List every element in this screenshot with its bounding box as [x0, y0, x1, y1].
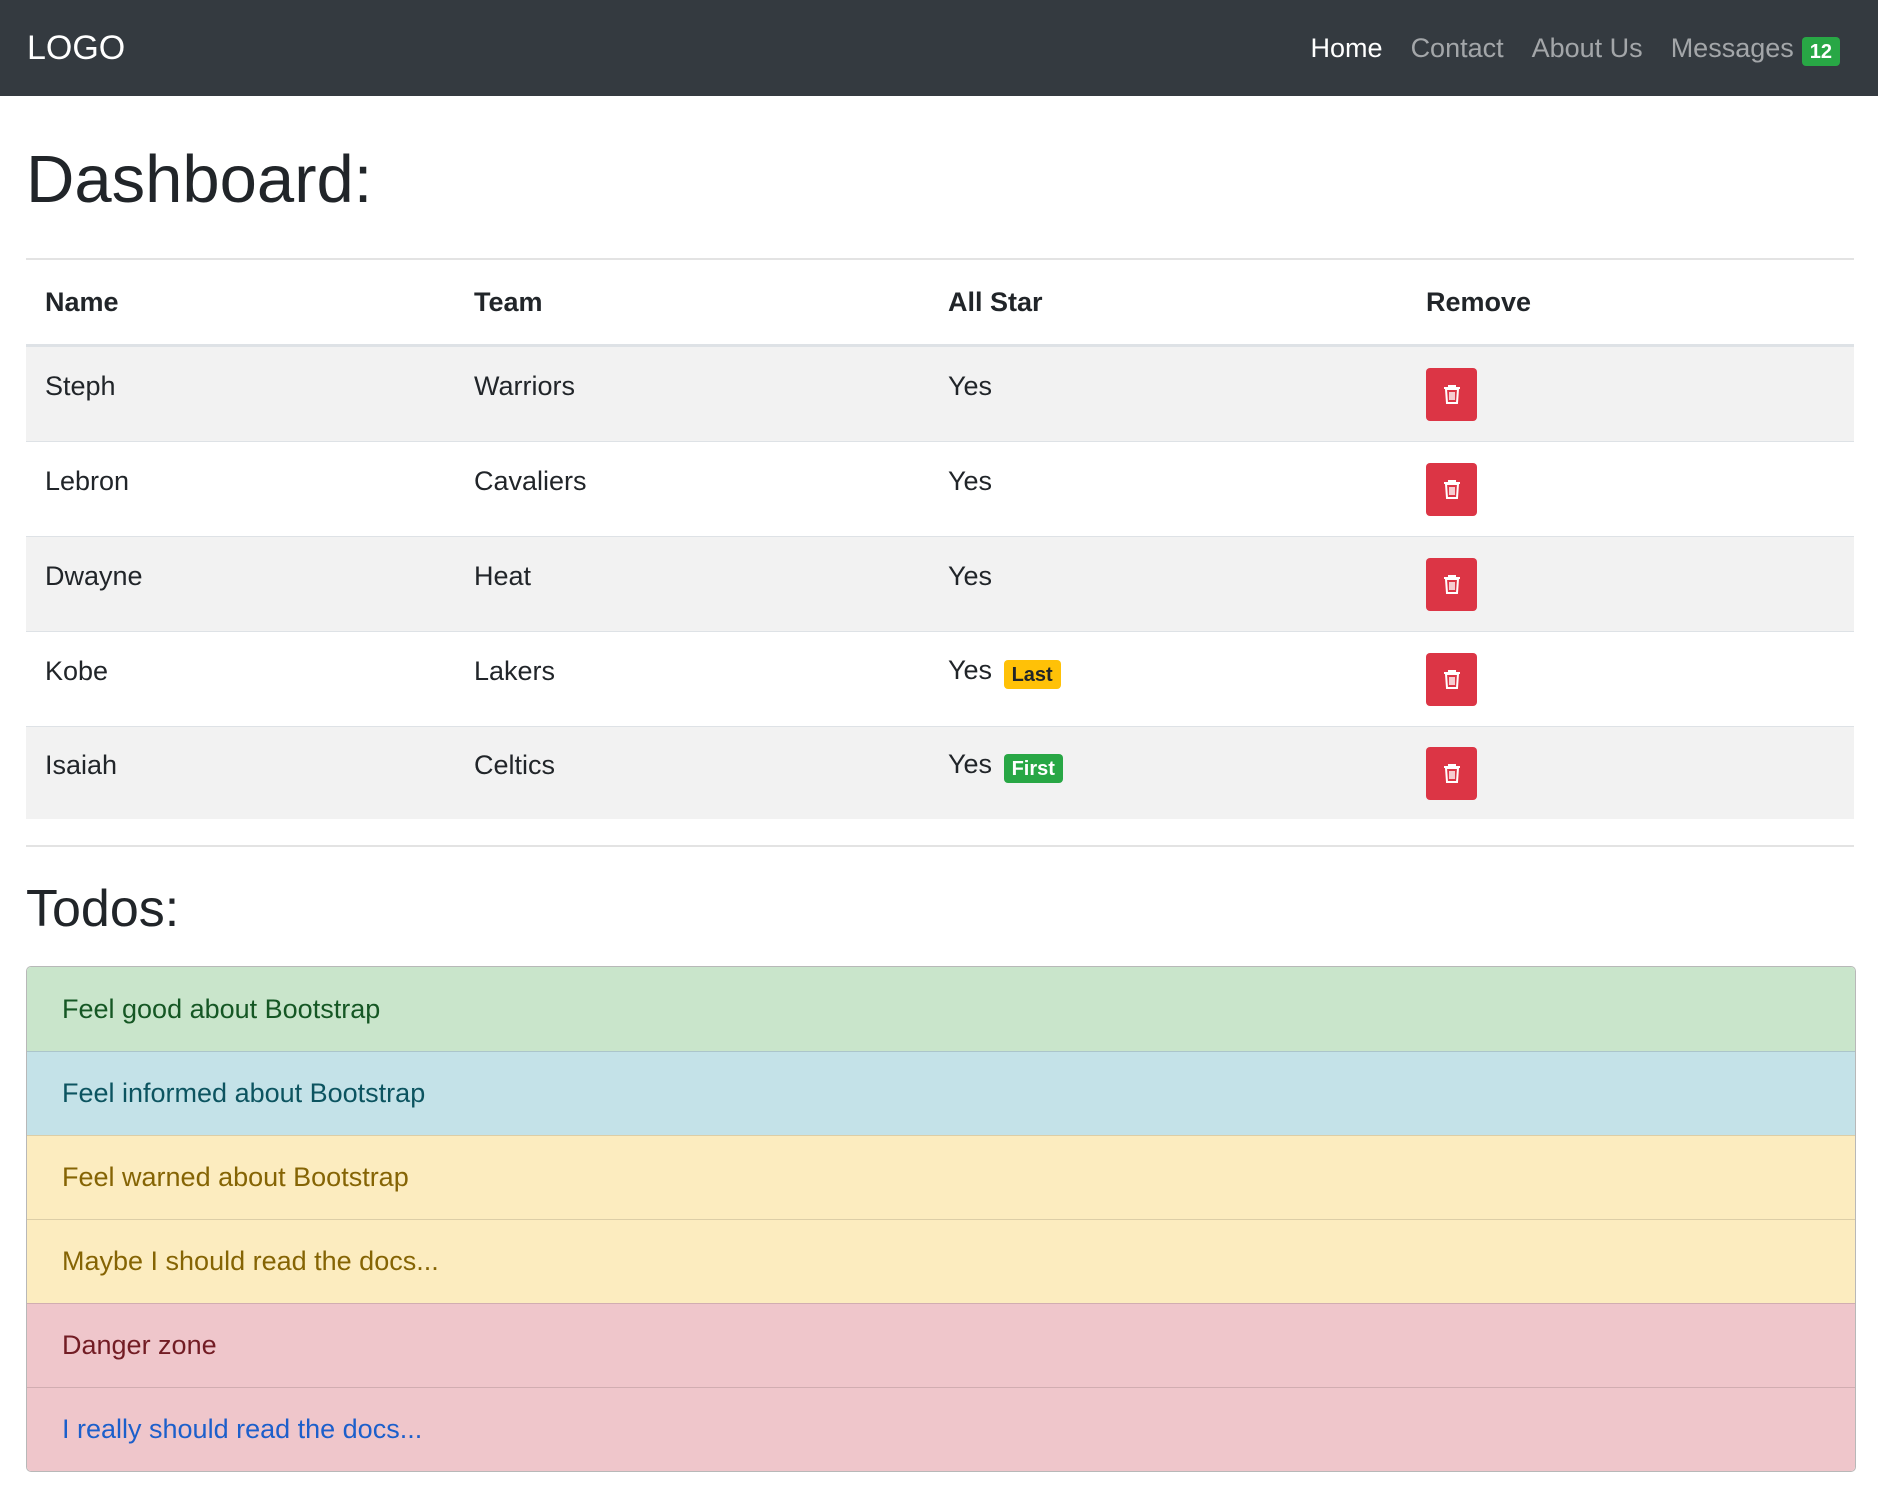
- player-name: Kobe: [45, 655, 109, 686]
- todos-title: Todos:: [26, 880, 180, 938]
- trash-icon: [1443, 764, 1460, 783]
- team-cell: Celtics: [455, 726, 929, 819]
- all-star-cell: Yes: [929, 345, 1407, 442]
- all-star-value: Yes: [948, 655, 993, 685]
- nav-link-home[interactable]: Home: [1311, 33, 1383, 64]
- remove-button[interactable]: [1426, 557, 1477, 611]
- table-row: Lebron Cavaliers Yes: [26, 441, 1854, 537]
- remove-cell: [1407, 536, 1854, 632]
- player-name: Dwayne: [45, 560, 143, 591]
- column-header-all-star: All Star: [929, 260, 1407, 347]
- all-star-cell: Yes: [929, 536, 1407, 632]
- trash-icon: [1443, 575, 1460, 594]
- player-name-cell: Dwayne: [26, 536, 455, 632]
- todo-item-link[interactable]: I really should read the docs...: [27, 1387, 1855, 1471]
- player-name-cell: Lebron: [26, 441, 455, 537]
- remove-cell: [1407, 631, 1854, 727]
- first-badge: First: [1003, 754, 1063, 783]
- nav-link-label: Messages: [1670, 32, 1794, 63]
- messages-count-badge: 12: [1801, 36, 1840, 66]
- all-star-value: Yes: [948, 749, 993, 779]
- brand-logo[interactable]: LOGO: [27, 0, 125, 96]
- column-header-team: Team: [455, 260, 929, 347]
- team-name: Lakers: [474, 655, 556, 686]
- nav-link-label: Home: [1310, 32, 1383, 63]
- trash-icon: [1443, 385, 1460, 404]
- team-cell: Heat: [455, 536, 929, 632]
- player-name: Isaiah: [45, 749, 118, 780]
- remove-button[interactable]: [1426, 652, 1477, 706]
- remove-button[interactable]: [1426, 746, 1477, 800]
- trash-icon: [1443, 670, 1460, 689]
- player-name-cell: Kobe: [26, 631, 455, 727]
- nav-link-about-us[interactable]: About Us: [1532, 33, 1643, 64]
- player-name-cell: Isaiah: [26, 726, 455, 819]
- team-name: Cavaliers: [474, 465, 587, 496]
- all-star-value: Yes: [948, 465, 993, 496]
- navbar: LOGO Home Contact About Us Messages 12: [0, 0, 1878, 96]
- nav-link-label: About Us: [1531, 32, 1643, 63]
- nav-link-contact[interactable]: Contact: [1411, 33, 1504, 64]
- all-star-value: Yes: [948, 370, 993, 401]
- team-name: Heat: [474, 560, 532, 591]
- team-name: Celtics: [474, 749, 556, 780]
- player-name: Lebron: [45, 465, 130, 496]
- all-star-cell: Yes First: [929, 726, 1407, 819]
- nav-link-label: Contact: [1410, 32, 1504, 63]
- table-header-row: Name Team All Star Remove: [26, 260, 1854, 347]
- table-row: Dwayne Heat Yes: [26, 536, 1854, 632]
- todo-list: Feel good about Bootstrap Feel informed …: [26, 966, 1856, 1472]
- team-name: Warriors: [474, 370, 575, 401]
- all-star-cell: Yes: [929, 441, 1407, 537]
- team-cell: Cavaliers: [455, 441, 929, 537]
- last-badge: Last: [1003, 660, 1061, 689]
- player-name-cell: Steph: [26, 345, 455, 442]
- player-name: Steph: [45, 370, 116, 401]
- todo-item[interactable]: Danger zone: [27, 1303, 1855, 1387]
- trash-icon: [1443, 480, 1460, 499]
- nav-links: Home Contact About Us Messages 12: [1311, 0, 1840, 96]
- all-star-value: Yes: [948, 560, 993, 591]
- divider: [26, 845, 1854, 847]
- table-row: Isaiah Celtics Yes First: [26, 726, 1854, 819]
- dashboard-title: Dashboard:: [26, 142, 373, 217]
- team-cell: Warriors: [455, 345, 929, 442]
- table-row: Kobe Lakers Yes Last: [26, 631, 1854, 727]
- remove-button[interactable]: [1426, 462, 1477, 516]
- team-cell: Lakers: [455, 631, 929, 727]
- remove-button[interactable]: [1426, 367, 1477, 421]
- todo-item[interactable]: Maybe I should read the docs...: [27, 1219, 1855, 1303]
- todo-item[interactable]: Feel warned about Bootstrap: [27, 1135, 1855, 1219]
- table-row: Steph Warriors Yes: [26, 345, 1854, 442]
- column-header-remove: Remove: [1407, 260, 1854, 347]
- remove-cell: [1407, 441, 1854, 537]
- remove-cell: [1407, 726, 1854, 819]
- players-table: Name Team All Star Remove Steph Warriors…: [26, 260, 1854, 819]
- remove-cell: [1407, 345, 1854, 442]
- todo-item[interactable]: Feel good about Bootstrap: [27, 967, 1855, 1051]
- all-star-cell: Yes Last: [929, 631, 1407, 727]
- column-header-name: Name: [26, 260, 455, 347]
- todo-item[interactable]: Feel informed about Bootstrap: [27, 1051, 1855, 1135]
- nav-link-messages[interactable]: Messages 12: [1670, 32, 1840, 66]
